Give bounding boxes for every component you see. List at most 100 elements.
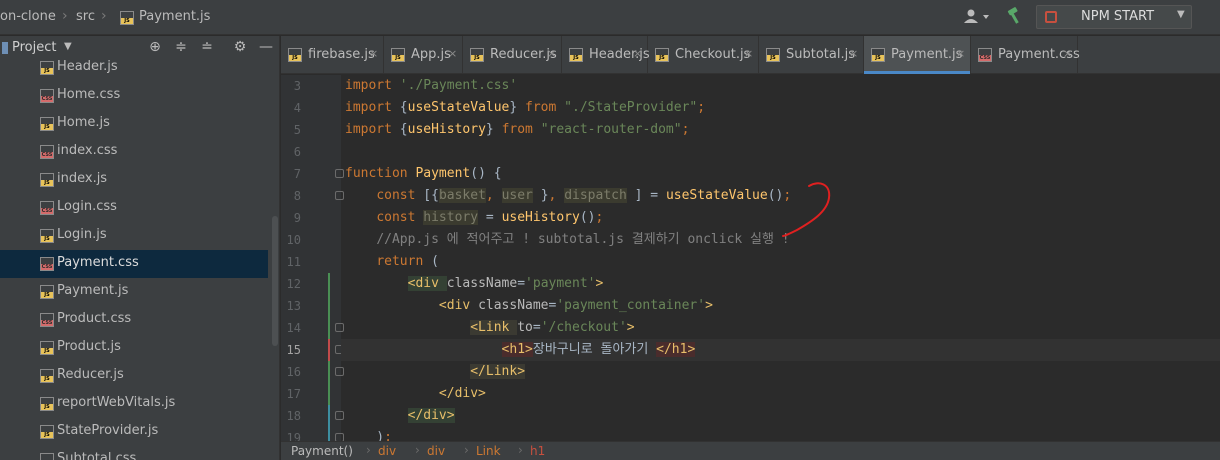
code-line[interactable]: <h1>장바구니로 돌아가기 </h1>	[345, 339, 696, 361]
code-line[interactable]: </Link>	[345, 361, 526, 383]
code-line[interactable]: const history = useHistory();	[345, 207, 603, 229]
file-tree-item[interactable]: JS Header.js	[0, 54, 268, 82]
code-line[interactable]: <div className='payment_container'>	[345, 295, 713, 317]
close-icon[interactable]: ×	[633, 47, 642, 60]
tab-firebase-js[interactable]: JS firebase.js ×	[281, 36, 384, 74]
breadcrumb-file[interactable]: Payment.js	[139, 9, 210, 24]
close-icon[interactable]: ×	[369, 47, 378, 60]
line-number: 16	[286, 365, 301, 379]
code-line[interactable]: import {useHistory} from "react-router-d…	[345, 119, 689, 141]
file-tree-item[interactable]: JS index.js	[0, 166, 268, 194]
change-marker	[328, 405, 330, 441]
tab-header-js[interactable]: JS Header.js ×	[562, 36, 650, 74]
stop-icon[interactable]	[1045, 11, 1057, 23]
tab-app-js[interactable]: JS App.js ×	[384, 36, 463, 74]
file-tree-item[interactable]: JS Login.js	[0, 222, 268, 250]
css-file-icon: CSS	[978, 48, 992, 62]
code-line[interactable]: <Link to='/checkout'>	[345, 317, 635, 339]
close-icon[interactable]: ×	[849, 47, 858, 60]
project-panel-title[interactable]: Project	[12, 40, 56, 55]
build-hammer-icon[interactable]	[1006, 7, 1024, 25]
collapse-all-icon[interactable]: ≐	[199, 39, 215, 55]
close-icon[interactable]: ×	[956, 47, 965, 60]
file-tree-item[interactable]: CSS index.css	[0, 138, 268, 166]
minimize-icon[interactable]: —	[258, 39, 274, 55]
sidebar-scrollbar[interactable]	[272, 216, 278, 346]
file-tree-item-label: Header.js	[57, 59, 118, 74]
change-marker	[328, 361, 330, 405]
tab-payment-js[interactable]: JS Payment.js ×	[864, 36, 971, 74]
gear-icon[interactable]: ⚙	[232, 39, 248, 55]
js-file-icon: JS	[569, 48, 583, 62]
file-tree-item[interactable]: JS reportWebVitals.js	[0, 390, 268, 418]
fold-marker-icon[interactable]	[335, 169, 344, 178]
line-number: 14	[286, 321, 301, 335]
code-line[interactable]: </div>	[345, 405, 455, 427]
run-configuration-select[interactable]: NPM START ▼	[1036, 5, 1192, 29]
close-icon[interactable]: ×	[744, 47, 753, 60]
close-icon[interactable]: ×	[1063, 47, 1072, 60]
code-line[interactable]: );	[345, 427, 392, 441]
code-line[interactable]: const [{basket, user }, dispatch ] = use…	[345, 185, 791, 207]
file-tree-item[interactable]: CSS Home.css	[0, 82, 268, 110]
line-number: 12	[286, 277, 301, 291]
code-line[interactable]: </div>	[345, 383, 486, 405]
breadcrumb-folder[interactable]: src	[76, 9, 95, 24]
chevron-down-icon[interactable]: ▼	[64, 41, 72, 52]
code-line[interactable]: return (	[345, 251, 439, 273]
code-path-item[interactable]: Link	[476, 444, 501, 458]
fold-marker-icon[interactable]	[335, 367, 344, 376]
fold-marker-icon[interactable]	[335, 323, 344, 332]
editor-tabs: JS firebase.js × JS App.js × JS Reducer.js × JS He…	[281, 36, 1220, 74]
file-tree-item-label: Subtotal.css	[57, 451, 137, 460]
file-tree-item[interactable]: JS Reducer.js	[0, 362, 268, 390]
code-line[interactable]: <div className='payment'>	[345, 273, 603, 295]
file-tree-item[interactable]: JS Payment.js	[0, 278, 268, 306]
code-path-item[interactable]: div	[427, 444, 445, 458]
line-number: 9	[293, 211, 301, 225]
file-tree-item[interactable]: JS StateProvider.js	[0, 418, 268, 446]
navigation-bar: on-clone › src › JS Payment.js NPM START…	[0, 0, 1220, 35]
expand-all-icon[interactable]: ≑	[173, 39, 189, 55]
tab-label: Subtotal.js	[786, 47, 855, 62]
line-number: 5	[293, 123, 301, 137]
tab-subtotal-js[interactable]: JS Subtotal.js ×	[759, 36, 864, 74]
tab-reducer-js[interactable]: JS Reducer.js ×	[463, 36, 562, 74]
code-path-item[interactable]: div	[378, 444, 396, 458]
code-structure-breadcrumb: Payment() › div › div › Link › h1	[281, 441, 1220, 460]
js-file-icon: JS	[40, 117, 54, 131]
code-line[interactable]: function Payment() {	[345, 163, 502, 185]
tab-payment-css[interactable]: CSS Payment.css ×	[971, 36, 1080, 74]
code-line[interactable]: //App.js 에 적어주고 ! subtotal.js 결제하기 oncli…	[345, 229, 789, 251]
file-tree-item-label: Product.css	[57, 311, 132, 326]
close-icon[interactable]: ×	[547, 47, 556, 60]
fold-marker-icon[interactable]	[335, 411, 344, 420]
tab-label: Checkout.js	[675, 47, 751, 62]
js-file-icon: JS	[40, 397, 54, 411]
close-icon[interactable]: ×	[448, 47, 457, 60]
breadcrumb-project[interactable]: on-clone	[0, 9, 56, 24]
file-tree-item[interactable]: CSSSubtotal.css	[0, 446, 268, 460]
locate-file-icon[interactable]: ⊕	[147, 39, 163, 55]
code-path-item[interactable]: h1	[530, 444, 545, 458]
code-path-item[interactable]: Payment()	[291, 444, 353, 458]
fold-marker-icon[interactable]	[335, 191, 344, 200]
code-editor[interactable]: 3 4 5 6 7 8 9 10 11 12 13 14 15 16 17 18 19 import './Pa…	[281, 75, 1220, 441]
user-account-icon[interactable]	[962, 8, 992, 26]
file-tree-item[interactable]: CSS Product.css	[0, 306, 268, 334]
chevron-right-icon: ›	[62, 8, 68, 24]
file-tree-item-label: StateProvider.js	[57, 423, 159, 438]
line-number: 19	[286, 431, 301, 441]
fold-marker-icon[interactable]	[335, 433, 344, 441]
js-file-icon: JS	[655, 48, 669, 62]
line-number: 15	[286, 343, 301, 357]
file-tree-item[interactable]: JS Product.js	[0, 334, 268, 362]
code-line[interactable]: import {useStateValue} from "./StateProv…	[345, 97, 705, 119]
line-number: 8	[293, 189, 301, 203]
code-line[interactable]: import './Payment.css'	[345, 75, 517, 97]
chevron-right-icon: ›	[366, 443, 371, 457]
tab-checkout-js[interactable]: JS Checkout.js ×	[648, 36, 759, 74]
file-tree-item[interactable]: CSS Payment.css	[0, 250, 268, 278]
file-tree-item[interactable]: JS Home.js	[0, 110, 268, 138]
file-tree-item[interactable]: CSS Login.css	[0, 194, 268, 222]
